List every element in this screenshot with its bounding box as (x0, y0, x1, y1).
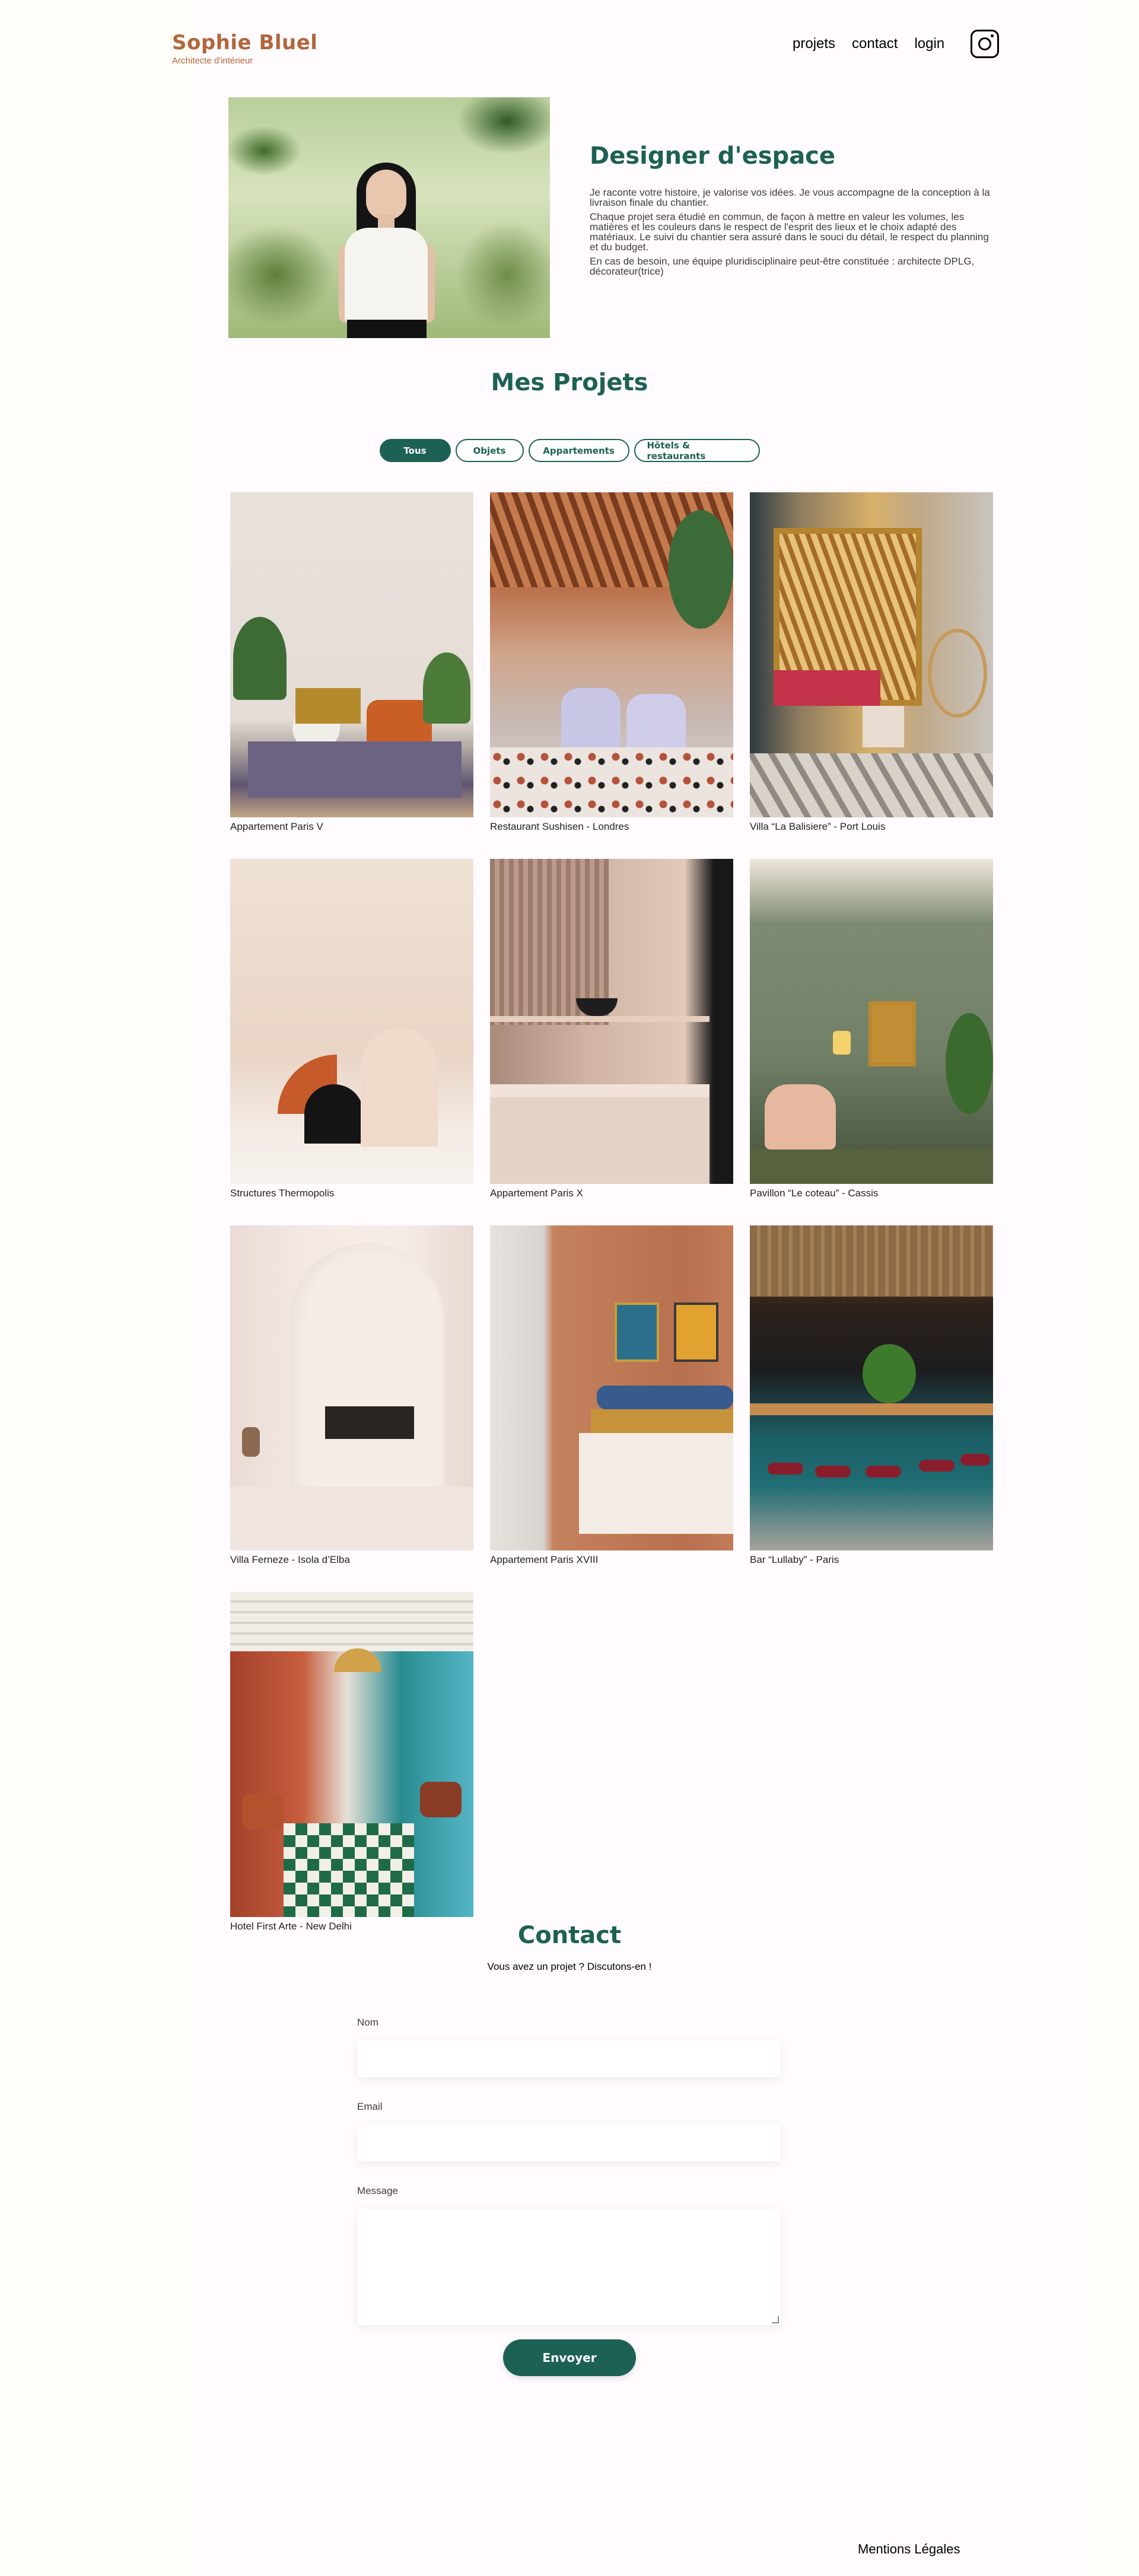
project-caption: Villa “La Balisiere” - Port Louis (750, 821, 886, 832)
project-card[interactable]: Villa “La Balisiere” - Port Louis (750, 492, 993, 833)
project-image (750, 1225, 993, 1550)
project-image (750, 859, 993, 1184)
project-caption: Appartement Paris V (230, 821, 323, 832)
project-card[interactable]: Appartement Paris XVIII (490, 1225, 733, 1566)
project-card[interactable]: Restaurant Sushisen - Londres (490, 492, 733, 833)
page: Sophie Bluel Architecte d'intérieur proj… (0, 0, 1139, 2576)
project-filters: Tous Objets Appartements Hôtels & restau… (0, 439, 1139, 462)
contact-title: Contact (517, 1922, 622, 1949)
project-caption: Structures Thermopolis (230, 1187, 335, 1199)
main-nav: projets contact login (793, 30, 1000, 58)
message-label: Message (357, 2185, 398, 2196)
nav-link-contact[interactable]: contact (852, 36, 898, 52)
project-image (490, 859, 733, 1184)
filter-objets-button[interactable]: Objets (455, 439, 524, 462)
project-caption: Appartement Paris X (490, 1187, 583, 1199)
intro-title: Designer d'espace (590, 142, 836, 170)
project-image (750, 492, 993, 817)
project-image (230, 1225, 473, 1550)
contact-subtitle: Vous avez un projet ? Discutons-en ! (487, 1961, 652, 1972)
message-field[interactable] (357, 2209, 781, 2325)
filter-hotels-restaurants-button[interactable]: Hôtels & restaurants (634, 439, 760, 462)
project-image (490, 1225, 733, 1550)
brand-name: Sophie Bluel (172, 31, 318, 55)
project-image (230, 492, 473, 817)
name-label: Nom (357, 2017, 378, 2028)
project-card[interactable]: Pavillon “Le coteau” - Cassis (750, 859, 993, 1199)
intro-paragraph: En cas de besoin, une équipe pluridiscip… (590, 256, 975, 277)
site-header: Sophie Bluel Architecte d'intérieur proj… (0, 0, 1139, 83)
project-card[interactable]: Bar “Lullaby” - Paris (750, 1225, 993, 1566)
contact-form: Nom Email Message (357, 2017, 781, 2349)
email-field[interactable] (357, 2125, 781, 2161)
project-image (230, 1592, 473, 1917)
project-card[interactable]: Appartement Paris V (230, 492, 473, 833)
submit-button[interactable]: Envoyer (503, 2339, 636, 2376)
project-card[interactable]: Villa Ferneze - Isola d’Elba (230, 1225, 473, 1566)
project-image (490, 492, 733, 817)
name-field[interactable] (357, 2040, 781, 2077)
projects-title: Mes Projets (491, 369, 648, 396)
nav-link-projets[interactable]: projets (793, 36, 835, 52)
email-label: Email (357, 2101, 383, 2112)
intro-text: Je raconte votre histoire, je valorise v… (590, 187, 993, 281)
resize-handle-icon[interactable] (772, 2316, 779, 2323)
project-gallery: Appartement Paris V Restaurant Sushisen … (230, 492, 993, 1932)
instagram-icon[interactable] (971, 30, 1000, 58)
filter-appartements-button[interactable]: Appartements (528, 439, 629, 462)
project-caption: Bar “Lullaby” - Paris (750, 1554, 839, 1565)
project-card[interactable]: Appartement Paris X (490, 859, 733, 1199)
project-card[interactable]: Hotel First Arte - New Delhi (230, 1592, 473, 1932)
intro-paragraph: Chaque projet sera étudié en commun, de … (590, 211, 989, 253)
project-caption: Pavillon “Le coteau” - Cassis (750, 1187, 879, 1199)
brand-subtitle: Architecte d'intérieur (172, 56, 253, 66)
filter-tous-button[interactable]: Tous (379, 439, 451, 462)
portrait-photo (228, 97, 550, 338)
legal-notice-link[interactable]: Mentions Légales (858, 2542, 960, 2557)
project-caption: Villa Ferneze - Isola d’Elba (230, 1554, 350, 1565)
brand-logo[interactable]: Sophie Bluel Architecte d'intérieur (172, 31, 317, 66)
project-card[interactable]: Structures Thermopolis (230, 859, 473, 1199)
project-image (230, 859, 473, 1184)
project-caption: Appartement Paris XVIII (490, 1554, 599, 1565)
project-caption: Restaurant Sushisen - Londres (490, 821, 629, 832)
nav-link-login[interactable]: login (914, 36, 944, 52)
intro-paragraph: Je raconte votre histoire, je valorise v… (590, 187, 990, 208)
